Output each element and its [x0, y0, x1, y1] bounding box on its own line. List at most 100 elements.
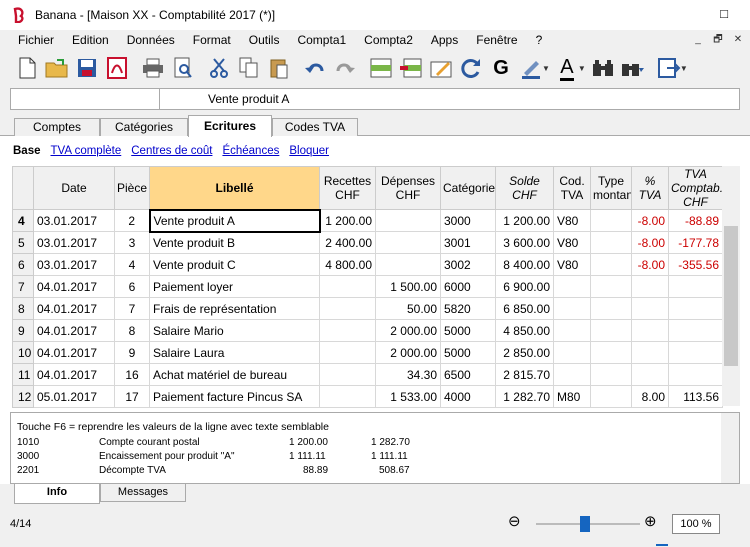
cell-categorie[interactable]: 3001 — [440, 231, 496, 254]
cell-recettes[interactable]: 4 800.00 — [319, 253, 376, 276]
view-bloquer[interactable]: Bloquer — [289, 145, 329, 157]
pdf-icon[interactable] — [102, 53, 132, 83]
column-header-solde[interactable]: Solde CHF — [495, 166, 554, 210]
cell-solde[interactable]: 3 600.00 — [495, 231, 554, 254]
cell-recettes[interactable] — [319, 385, 376, 408]
cell-categorie[interactable]: 5820 — [440, 297, 496, 320]
cell-cod-tva[interactable]: V80 — [553, 253, 591, 276]
cell-recettes[interactable]: 2 400.00 — [319, 231, 376, 254]
column-header-cod-tva[interactable]: Cod. TVA — [553, 166, 591, 210]
cell-pct-tva[interactable] — [631, 341, 669, 364]
cell-recettes[interactable] — [319, 341, 376, 364]
export-dropdown-icon[interactable]: ▼ — [680, 64, 688, 73]
menu-outils[interactable]: Outils — [240, 30, 289, 50]
cell-piece[interactable]: 6 — [114, 275, 150, 298]
zoom-in-icon[interactable]: ⊕ — [644, 512, 657, 530]
cell-libelle[interactable]: Frais de représentation — [149, 297, 320, 320]
cell-tva-comptab[interactable] — [668, 319, 723, 342]
cell-date[interactable]: 03.01.2017 — [33, 209, 115, 232]
highlight-dropdown-icon[interactable]: ▼ — [542, 64, 550, 73]
cell-depenses[interactable] — [375, 209, 441, 232]
cell-tva-comptab[interactable] — [668, 297, 723, 320]
find-replace-icon[interactable] — [618, 53, 648, 83]
redo-icon[interactable] — [330, 53, 360, 83]
table-row[interactable]: 7 04.01.2017 6 Paiement loyer 1 500.00 6000 6 … — [12, 275, 723, 298]
cell-libelle[interactable]: Vente produit C — [149, 253, 320, 276]
cell-date[interactable]: 04.01.2017 — [33, 297, 115, 320]
cell-date[interactable]: 03.01.2017 — [33, 231, 115, 254]
menu-compta2[interactable]: Compta2 — [355, 30, 422, 50]
copy-icon[interactable] — [234, 53, 264, 83]
window-maximize-button[interactable]: □ — [720, 6, 728, 21]
cell-cod-tva[interactable] — [553, 319, 591, 342]
cell-tva-comptab[interactable] — [668, 275, 723, 298]
table-row[interactable]: 5 03.01.2017 3 Vente produit B2 400.00 3001 3… — [12, 231, 723, 254]
cell-piece[interactable]: 3 — [114, 231, 150, 254]
table-row[interactable]: 11 04.01.2017 16 Achat matériel de bureau 34… — [12, 363, 723, 386]
tab-messages[interactable]: Messages — [100, 484, 186, 502]
tab-comptes[interactable]: Comptes — [14, 118, 100, 137]
column-header-date[interactable]: Date — [33, 166, 115, 210]
tab-categories[interactable]: Catégories — [100, 118, 188, 137]
menu-format[interactable]: Format — [184, 30, 240, 50]
row-number[interactable]: 5 — [12, 231, 34, 254]
table-row[interactable]: 10 04.01.2017 9 Salaire Laura 2 000.00 5000 2 … — [12, 341, 723, 364]
cell-piece[interactable]: 2 — [114, 209, 150, 232]
cell-cod-tva[interactable]: V80 — [553, 231, 591, 254]
new-document-icon[interactable] — [12, 53, 42, 83]
cell-pct-tva[interactable] — [631, 363, 669, 386]
cell-piece[interactable]: 9 — [114, 341, 150, 364]
cell-categorie[interactable]: 6500 — [440, 363, 496, 386]
menu-fichier[interactable]: Fichier — [0, 30, 63, 50]
edit-icon[interactable] — [426, 53, 456, 83]
cell-date[interactable]: 04.01.2017 — [33, 275, 115, 298]
view-echeances[interactable]: Échéances — [222, 145, 279, 157]
cell-categorie[interactable]: 3002 — [440, 253, 496, 276]
cell-piece[interactable]: 17 — [114, 385, 150, 408]
cell-date[interactable]: 04.01.2017 — [33, 319, 115, 342]
cut-icon[interactable] — [204, 53, 234, 83]
cell-tva-comptab[interactable] — [668, 341, 723, 364]
cell-categorie[interactable]: 6000 — [440, 275, 496, 298]
cell-type-montant[interactable] — [590, 319, 632, 342]
cell-piece[interactable]: 8 — [114, 319, 150, 342]
cell-depenses[interactable]: 2 000.00 — [375, 341, 441, 364]
cell-depenses[interactable]: 1 533.00 — [375, 385, 441, 408]
cell-depenses[interactable]: 1 500.00 — [375, 275, 441, 298]
column-header-depenses[interactable]: Dépenses CHF — [375, 166, 441, 210]
menu-edition[interactable]: Edition — [63, 30, 118, 50]
cell-tva-comptab[interactable]: -355.56 — [668, 253, 723, 276]
cell-type-montant[interactable] — [590, 209, 632, 232]
cell-depenses[interactable]: 2 000.00 — [375, 319, 441, 342]
cell-solde[interactable]: 2 815.70 — [495, 363, 554, 386]
doc-restore-button[interactable]: 🗗 — [710, 33, 726, 47]
table-row[interactable]: 4 03.01.2017 2 Vente produit A1 200.00 3000 1… — [12, 208, 723, 233]
cell-pct-tva[interactable]: 8.00 — [631, 385, 669, 408]
cell-date[interactable]: 04.01.2017 — [33, 363, 115, 386]
row-number[interactable]: 7 — [12, 275, 34, 298]
info-vertical-scrollbar[interactable] — [721, 413, 739, 483]
cell-libelle[interactable]: Paiement loyer — [149, 275, 320, 298]
column-header-type-montant[interactable]: Type montant — [590, 166, 632, 210]
tab-ecritures[interactable]: Ecritures — [188, 115, 272, 137]
cell-date[interactable]: 03.01.2017 — [33, 253, 115, 276]
cell-depenses[interactable]: 50.00 — [375, 297, 441, 320]
cell-recettes[interactable]: 1 200.00 — [319, 209, 376, 232]
cell-libelle[interactable]: Paiement facture Pincus SA — [149, 385, 320, 408]
menu-help[interactable]: ? — [527, 30, 552, 50]
table-row[interactable]: 12 05.01.2017 17 Paiement facture Pincus SA… — [12, 385, 723, 408]
cell-recettes[interactable] — [319, 363, 376, 386]
table-vertical-scrollbar[interactable] — [722, 166, 740, 406]
cell-solde[interactable]: 4 850.00 — [495, 319, 554, 342]
menu-fenetre[interactable]: Fenêtre — [467, 30, 526, 50]
column-header-piece[interactable]: Pièce — [114, 166, 150, 210]
view-base[interactable]: Base — [13, 145, 41, 157]
row-number[interactable]: 9 — [12, 319, 34, 342]
find-icon[interactable] — [588, 53, 618, 83]
cell-libelle[interactable]: Salaire Mario — [149, 319, 320, 342]
cell-type-montant[interactable] — [590, 363, 632, 386]
cell-solde[interactable]: 8 400.00 — [495, 253, 554, 276]
cell-cod-tva[interactable] — [553, 275, 591, 298]
column-header-libelle[interactable]: Libellé — [149, 166, 320, 210]
row-number-header[interactable] — [12, 166, 34, 210]
